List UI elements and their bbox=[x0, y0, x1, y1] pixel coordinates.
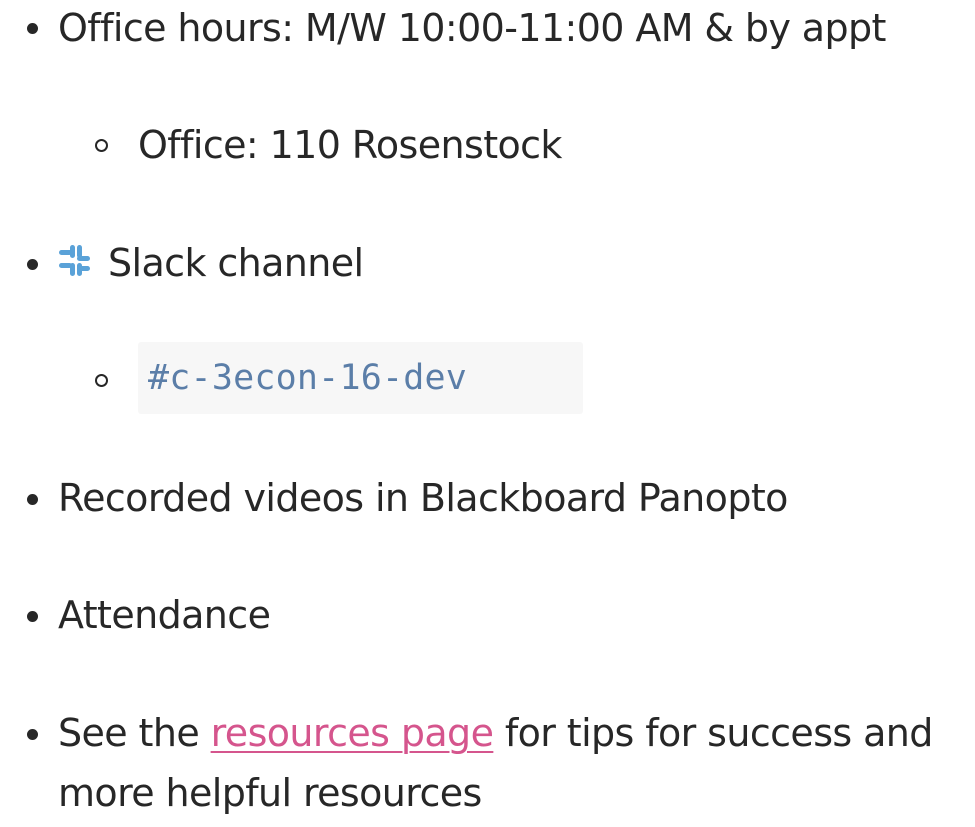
resources-page-link[interactable]: resources page bbox=[211, 711, 494, 755]
bullet-disc bbox=[27, 611, 38, 622]
slack-icon[interactable] bbox=[59, 245, 90, 276]
list-item-slack: Slack channel bbox=[108, 241, 364, 285]
page: Office hours: M/W 10:00-11:00 AM & by ap… bbox=[0, 0, 975, 827]
list-item-resources: See the resources page for tips for succ… bbox=[58, 708, 933, 758]
bullet-disc bbox=[27, 494, 38, 505]
bullet-disc bbox=[27, 729, 38, 740]
bullet-circle bbox=[95, 139, 108, 152]
bullet-disc bbox=[27, 259, 38, 270]
slack-channel-code: #c-3econ-16-dev bbox=[148, 358, 468, 398]
resources-text-after: for tips for success and bbox=[493, 711, 934, 755]
bullet-disc bbox=[27, 23, 38, 34]
list-item-attendance: Attendance bbox=[58, 593, 271, 637]
list-item-office-hours: Office hours: M/W 10:00-11:00 AM & by ap… bbox=[58, 6, 886, 50]
list-item-office: Office: 110 Rosenstock bbox=[138, 123, 562, 167]
bullet-circle bbox=[95, 374, 108, 387]
resources-text-before: See the bbox=[58, 711, 211, 755]
list-item-recorded-videos: Recorded videos in Blackboard Panopto bbox=[58, 476, 788, 520]
list-item-resources-line2: more helpful resources bbox=[58, 771, 482, 815]
